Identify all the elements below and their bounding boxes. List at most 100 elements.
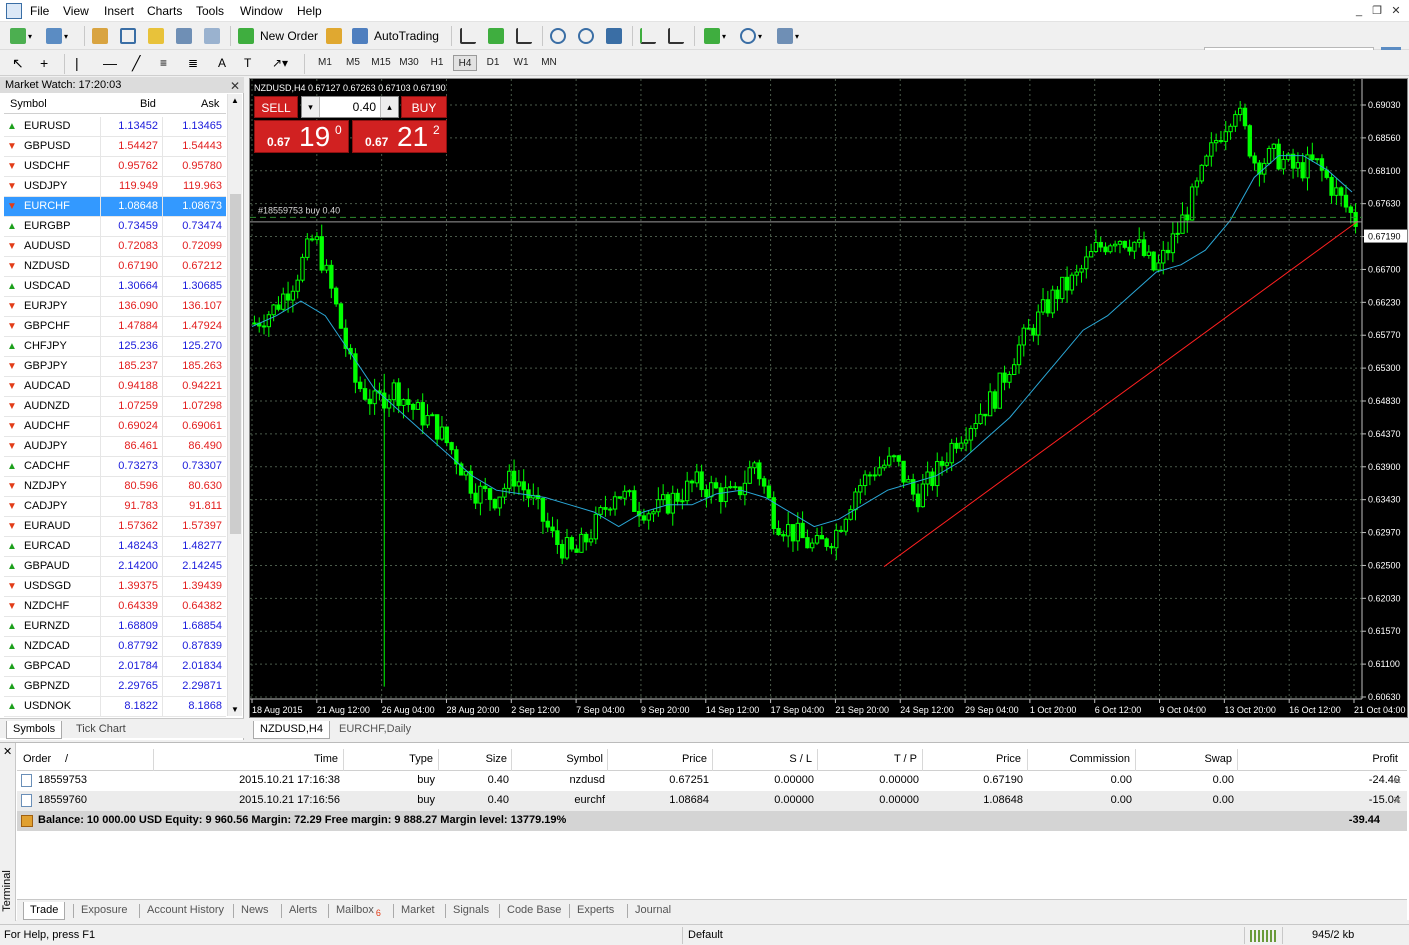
market-row[interactable]: ▲ EURCAD 1.48243 1.48277 [4,537,226,557]
market-row[interactable]: ▼ AUDJPY 86.461 86.490 [4,437,226,457]
tab-tick-chart[interactable]: Tick Chart [70,721,132,739]
col-header[interactable]: Profit [1372,753,1398,765]
tab-experts[interactable]: Experts [571,902,620,920]
tab-symbols[interactable]: Symbols [6,721,63,739]
market-row[interactable]: ▼ NZDUSD 0.67190 0.67212 [4,257,226,277]
sell-button[interactable]: SELL [254,96,298,118]
tf-m5[interactable]: M5 [341,55,365,71]
col-header[interactable]: Commission [1069,753,1130,765]
market-row[interactable]: ▼ NZDJPY 80.596 80.630 [4,477,226,497]
tab-trade[interactable]: Trade [23,902,66,920]
market-row[interactable]: ▲ CADCHF 0.73273 0.73307 [4,457,226,477]
market-row[interactable]: ▼ AUDCHF 0.69024 0.69061 [4,417,226,437]
col-header[interactable]: / [65,753,68,765]
trade-row[interactable]: 18559760 2015.10.21 17:16:56 buy 0.40 eurchf… [17,791,1407,811]
col-header[interactable]: Price [682,753,707,765]
menu-charts[interactable]: Charts [147,4,182,18]
channel-button[interactable]: ≡ [160,52,167,74]
market-row[interactable]: ▼ GBPUSD 1.54427 1.54443 [4,137,226,157]
data-window-button[interactable] [120,25,136,47]
market-row[interactable]: ▼ USDSGD 1.39375 1.39439 [4,577,226,597]
col-symbol[interactable]: Symbol [10,98,47,110]
market-row[interactable]: ▲ NZDCAD 0.87792 0.87839 [4,637,226,657]
trendline-button[interactable]: ╱ [132,52,140,74]
sell-price[interactable]: 0.67 19 0 [254,120,349,153]
tab-code-base[interactable]: Code Base [501,902,567,920]
tab-exposure[interactable]: Exposure [75,902,133,920]
lot-decrease-icon[interactable]: ▾ [302,97,320,117]
crosshair-button[interactable]: + [40,52,48,74]
market-row[interactable]: ▲ EURUSD 1.13452 1.13465 [4,117,226,137]
new-chart-button[interactable]: ▾ [10,25,32,47]
candlestick-button[interactable] [488,25,504,47]
tab-mailbox[interactable]: Mailbox 6 [330,902,387,920]
horizontal-line-button[interactable]: — [103,52,117,74]
minimize-icon[interactable]: _ [1351,3,1367,19]
indicators-button[interactable]: ▾ [704,25,726,47]
close-order-icon[interactable]: ✕ [1393,774,1402,787]
metaeditor-button[interactable] [326,25,342,47]
col-header[interactable]: Price [996,753,1021,765]
market-row[interactable]: ▲ GBPNZD 2.29765 2.29871 [4,677,226,697]
market-row[interactable]: ▼ AUDUSD 0.72083 0.72099 [4,237,226,257]
scroll-up-icon[interactable]: ▲ [231,96,239,105]
terminal-button[interactable] [176,25,192,47]
col-header[interactable]: S / L [789,753,812,765]
lot-increase-icon[interactable]: ▴ [380,97,398,117]
tab-account-history[interactable]: Account History [141,902,230,920]
col-header[interactable]: Type [409,753,433,765]
close-order-icon[interactable]: ✕ [1393,794,1402,807]
chart-shift-button[interactable] [668,25,684,47]
menu-tools[interactable]: Tools [196,4,224,18]
col-header[interactable]: Order [23,753,51,765]
tf-m1[interactable]: M1 [313,55,337,71]
templates-button[interactable]: ▾ [777,25,799,47]
market-row[interactable]: ▼ CADJPY 91.783 91.811 [4,497,226,517]
scroll-thumb[interactable] [230,194,241,534]
restore-icon[interactable]: ❐ [1369,3,1385,19]
line-chart-button[interactable] [516,25,532,47]
tab-journal[interactable]: Journal [629,902,677,920]
col-bid[interactable]: Bid [140,98,156,110]
col-header[interactable]: Time [314,753,338,765]
tf-h4[interactable]: H4 [453,55,477,71]
zoom-out-button[interactable] [578,25,594,47]
market-row[interactable]: ▲ USDNOK 8.1822 8.1868 [4,697,226,717]
col-header[interactable]: Symbol [566,753,603,765]
close-icon[interactable]: ✕ [1388,3,1404,19]
market-row[interactable]: ▼ AUDCAD 0.94188 0.94221 [4,377,226,397]
market-row[interactable]: ▲ CHFJPY 125.236 125.270 [4,337,226,357]
col-ask[interactable]: Ask [201,98,219,110]
market-row[interactable]: ▼ EURCHF 1.08648 1.08673 [4,197,226,217]
tab-alerts[interactable]: Alerts [283,902,323,920]
market-row[interactable]: ▲ EURGBP 0.73459 0.73474 [4,217,226,237]
periods-button[interactable]: ▾ [740,25,762,47]
menu-view[interactable]: View [63,4,89,18]
tab-eurchf-daily[interactable]: EURCHF,Daily [333,721,417,739]
close-icon[interactable]: ✕ [3,745,12,758]
tab-nzdusd-h4[interactable]: NZDUSD,H4 [253,721,330,739]
market-row[interactable]: ▼ AUDNZD 1.07259 1.07298 [4,397,226,417]
trade-row[interactable]: 18559753 2015.10.21 17:16:38 buy 0.40 nzdusd… [17,771,1407,791]
autotrading-button[interactable]: AutoTrading [352,25,439,47]
arrows-button[interactable]: ↗▾ [272,52,288,74]
tf-mn[interactable]: MN [537,55,561,71]
lot-size-field[interactable]: ▾ 0.40 ▴ [301,96,399,118]
market-row[interactable]: ▼ GBPCHF 1.47884 1.47924 [4,317,226,337]
text-label-button[interactable]: T [244,52,251,74]
app-logo-icon[interactable] [6,3,22,19]
tile-windows-button[interactable] [606,25,622,47]
market-row[interactable]: ▲ GBPCAD 2.01784 2.01834 [4,657,226,677]
buy-price[interactable]: 0.67 21 2 [352,120,447,153]
col-header[interactable]: Swap [1204,753,1232,765]
menu-file[interactable]: File [30,4,49,18]
scroll-down-icon[interactable]: ▼ [231,705,239,714]
market-watch-button[interactable] [92,25,108,47]
new-order-button[interactable]: New Order [238,25,318,47]
profiles-button[interactable]: ▾ [46,25,68,47]
tab-news[interactable]: News [235,902,275,920]
tab-signals[interactable]: Signals [447,902,495,920]
tf-w1[interactable]: W1 [509,55,533,71]
close-icon[interactable]: ✕ [230,78,240,94]
vertical-line-button[interactable]: | [75,52,79,74]
